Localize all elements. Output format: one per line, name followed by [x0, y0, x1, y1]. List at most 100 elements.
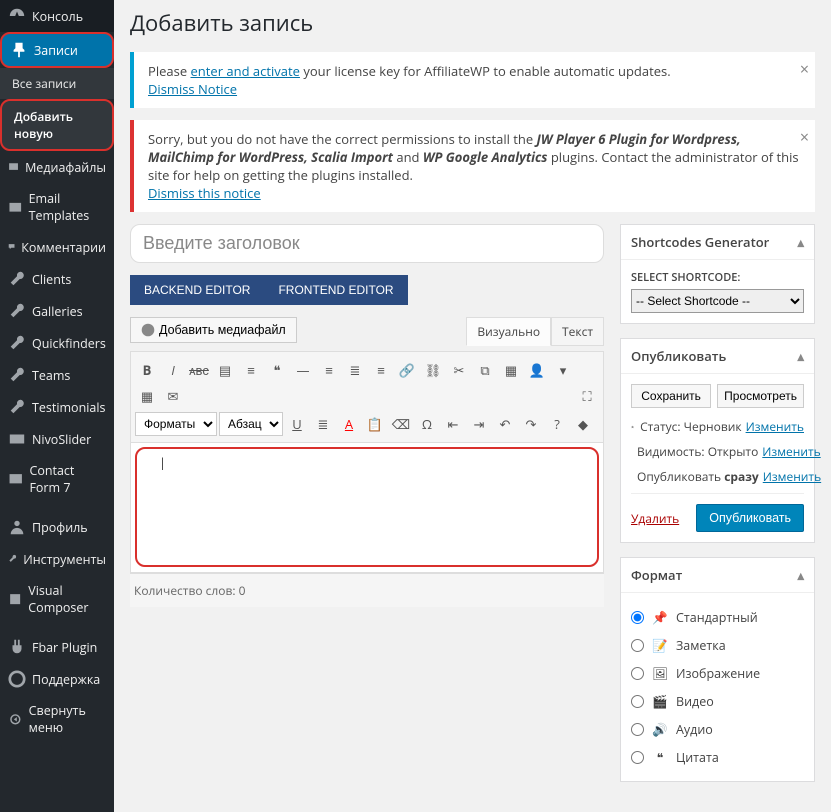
tab-text[interactable]: Текст — [551, 317, 604, 346]
form-icon[interactable]: ▾ — [551, 358, 575, 382]
format-quote[interactable]: ❝Цитата — [631, 743, 804, 771]
admin-sidebar: КонсольЗаписиВсе записиДобавить новуюМед… — [0, 0, 114, 812]
user-icon[interactable]: 👤 — [525, 358, 549, 382]
sidebar-item-console[interactable]: Консоль — [0, 0, 114, 32]
collapse-icon[interactable]: ▴ — [797, 233, 804, 251]
wrench-icon — [8, 366, 26, 384]
image-icon — [8, 158, 19, 176]
italic-icon[interactable]: I — [161, 358, 185, 382]
page-title: Добавить запись — [130, 8, 815, 38]
sidebar-item-all[interactable]: Все записи — [0, 68, 114, 99]
quote-icon[interactable]: ❝ — [265, 358, 289, 382]
vc-icon[interactable]: ◆ — [571, 412, 595, 436]
sidebar-item-support[interactable]: Поддержка — [0, 663, 114, 695]
sidebar-item-tools[interactable]: Инструменты — [0, 543, 114, 575]
gauge-icon — [8, 7, 26, 25]
sidebar-item-quickfinders[interactable]: Quickfinders — [0, 327, 114, 359]
justify-icon[interactable]: ≣ — [311, 412, 335, 436]
preview-button[interactable]: Просмотреть — [717, 384, 804, 408]
standard-icon: 📌 — [650, 607, 670, 627]
unlink-icon[interactable]: ⛓ — [421, 358, 445, 382]
edit-schedule-link[interactable]: Изменить — [763, 468, 821, 485]
sidebar-item-fbar[interactable]: Fbar Plugin — [0, 631, 114, 663]
undo-icon[interactable]: ↶ — [493, 412, 517, 436]
shortcode-icon[interactable]: ⧉ — [473, 358, 497, 382]
hr-icon[interactable]: ― — [291, 358, 315, 382]
gallery-icon[interactable]: ▦ — [499, 358, 523, 382]
dismiss-license-link[interactable]: Dismiss Notice — [148, 80, 237, 98]
sidebar-item-teams[interactable]: Teams — [0, 359, 114, 391]
align-left-icon[interactable]: ≡ — [317, 358, 341, 382]
tab-visual[interactable]: Визуально — [466, 317, 551, 346]
formats-select[interactable]: Форматы — [135, 412, 217, 436]
align-center-icon[interactable]: ≣ — [343, 358, 367, 382]
table-icon[interactable]: ▦ — [135, 384, 159, 408]
sidebar-item-cf7[interactable]: Contact Form 7 — [0, 455, 114, 503]
quote-icon: ❝ — [650, 747, 670, 767]
close-icon[interactable]: × — [800, 58, 809, 80]
frontend-editor-button[interactable]: FRONTEND EDITOR — [264, 275, 407, 305]
format-standard[interactable]: 📌Стандартный — [631, 603, 804, 631]
sidebar-item-collapse[interactable]: Свернуть меню — [0, 695, 114, 743]
sidebar-item-testimonials[interactable]: Testimonials — [0, 391, 114, 423]
audio-icon: 🔊 — [650, 719, 670, 739]
collapse-icon[interactable]: ▴ — [797, 347, 804, 365]
save-draft-button[interactable]: Сохранить — [631, 384, 711, 408]
envelope-icon[interactable]: ✉ — [161, 384, 185, 408]
content-editor[interactable]: | — [130, 443, 604, 573]
word-count: Количество слов: 0 — [130, 573, 604, 607]
redo-icon[interactable]: ↷ — [519, 412, 543, 436]
underline-icon[interactable]: U — [285, 412, 309, 436]
backend-editor-button[interactable]: BACKEND EDITOR — [130, 275, 264, 305]
edit-status-link[interactable]: Изменить — [746, 418, 804, 435]
fullscreen-icon[interactable]: ⛶ — [575, 384, 599, 408]
more-icon[interactable]: ✂ — [447, 358, 471, 382]
license-link[interactable]: enter and activate — [191, 62, 300, 80]
sidebar-item-email[interactable]: Email Templates — [0, 183, 114, 231]
comment-icon — [8, 238, 15, 256]
sidebar-item-vc[interactable]: Visual Composer — [0, 575, 114, 623]
add-media-button[interactable]: Добавить медиафайл — [130, 317, 297, 343]
textcolor-icon[interactable]: A — [337, 412, 361, 436]
envelope-icon — [8, 198, 23, 216]
link-icon[interactable]: 🔗 — [395, 358, 419, 382]
indent-icon[interactable]: ⇥ — [467, 412, 491, 436]
format-aside[interactable]: 📝Заметка — [631, 631, 804, 659]
strike-icon[interactable]: ᴀʙᴄ — [187, 358, 211, 382]
slider-icon — [8, 430, 26, 448]
sidebar-item-comments[interactable]: Комментарии — [0, 231, 114, 263]
bold-icon[interactable]: B — [135, 358, 159, 382]
envelope-icon — [8, 470, 23, 488]
sidebar-item-media[interactable]: Медиафайлы — [0, 151, 114, 183]
life-icon — [8, 670, 26, 688]
sidebar-item-profile[interactable]: Профиль — [0, 511, 114, 543]
paragraph-select[interactable]: Абзац — [219, 412, 283, 436]
format-video[interactable]: 🎬Видео — [631, 687, 804, 715]
ol-icon[interactable]: ≡ — [239, 358, 263, 382]
clear-icon[interactable]: ⌫ — [389, 412, 413, 436]
sidebar-item-new[interactable]: Добавить новую — [0, 99, 114, 151]
main-content: Добавить запись × Please enter and activ… — [114, 0, 831, 812]
paste-text-icon[interactable]: 📋 — [363, 412, 387, 436]
format-audio[interactable]: 🔊Аудио — [631, 715, 804, 743]
sidebar-item-posts[interactable]: Записи — [0, 32, 114, 68]
align-right-icon[interactable]: ≡ — [369, 358, 393, 382]
image-icon: 🖼 — [650, 663, 670, 683]
sidebar-item-galleries[interactable]: Galleries — [0, 295, 114, 327]
sidebar-item-nivo[interactable]: NivoSlider — [0, 423, 114, 455]
sidebar-item-clients[interactable]: Clients — [0, 263, 114, 295]
dismiss-perm-link[interactable]: Dismiss this notice — [148, 184, 261, 202]
post-title-input[interactable] — [130, 224, 604, 263]
outdent-icon[interactable]: ⇤ — [441, 412, 465, 436]
delete-link[interactable]: Удалить — [631, 510, 679, 527]
collapse-icon[interactable]: ▴ — [797, 566, 804, 584]
format-image[interactable]: 🖼Изображение — [631, 659, 804, 687]
close-icon[interactable]: × — [800, 126, 809, 148]
publish-button[interactable]: Опубликовать — [696, 504, 804, 532]
help-icon[interactable]: ? — [545, 412, 569, 436]
shortcode-select[interactable]: -- Select Shortcode -- — [631, 289, 804, 313]
shortcodes-box: Shortcodes Generator▴ SELECT SHORTCODE: … — [620, 224, 815, 324]
edit-visibility-link[interactable]: Изменить — [762, 443, 820, 460]
char-icon[interactable]: Ω — [415, 412, 439, 436]
ul-icon[interactable]: ▤ — [213, 358, 237, 382]
